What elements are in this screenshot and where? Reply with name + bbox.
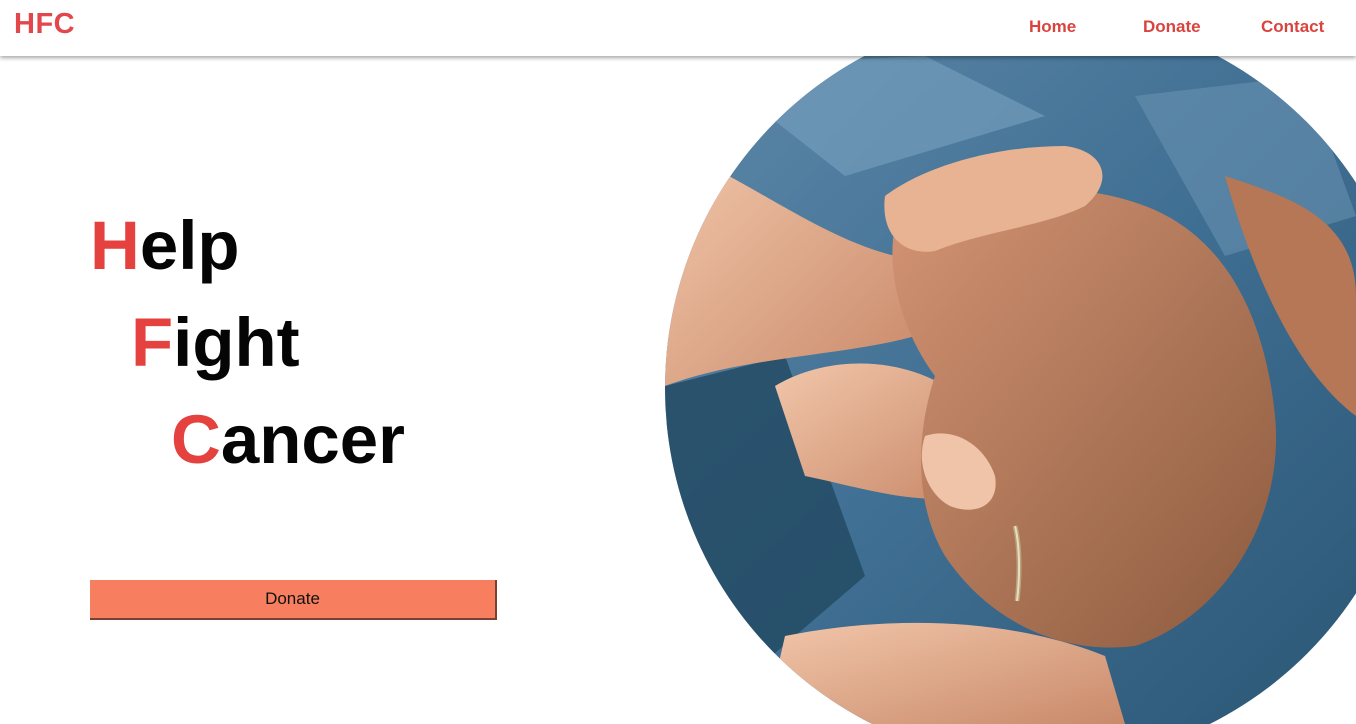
hands-photo-illustration: [665, 56, 1356, 724]
navbar: HFC Home Donate Contact: [0, 0, 1356, 56]
logo[interactable]: HFC: [14, 8, 75, 41]
donate-button[interactable]: Donate: [90, 580, 497, 620]
headline-initial: C: [171, 401, 221, 478]
headline-line-cancer: Cancer: [171, 405, 405, 474]
headline-rest: ight: [173, 304, 300, 381]
headline-initial: F: [131, 304, 174, 381]
headline-initial: H: [90, 207, 140, 284]
headline-rest: elp: [139, 207, 240, 284]
headline-line-help: Help: [90, 211, 240, 280]
headline-line-fight: Fight: [131, 308, 300, 377]
headline-rest: ancer: [220, 401, 405, 478]
nav-home-link[interactable]: Home: [1029, 17, 1076, 37]
hero-image: [665, 56, 1356, 724]
nav-contact-link[interactable]: Contact: [1261, 17, 1324, 37]
nav-donate-link[interactable]: Donate: [1143, 17, 1201, 37]
